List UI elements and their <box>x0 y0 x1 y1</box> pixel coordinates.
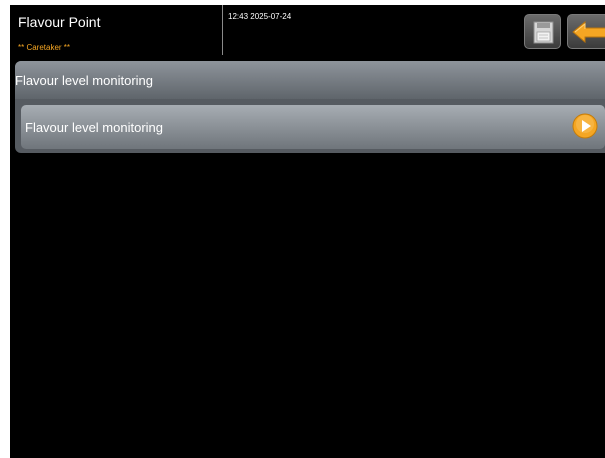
app-title: Flavour Point <box>18 14 101 30</box>
floppy-save-icon <box>533 21 554 44</box>
panel-title: Flavour level monitoring <box>15 73 154 88</box>
header-bar: Flavour Point ** Caretaker ** 12:43 2025… <box>10 5 605 61</box>
save-button[interactable] <box>524 14 561 49</box>
monitoring-panel: Flavour level monitoring Flavour level m… <box>15 61 605 153</box>
back-button[interactable] <box>567 14 605 49</box>
back-arrow-icon <box>572 20 605 44</box>
list-item-flavour-level-monitoring[interactable]: Flavour level monitoring <box>21 105 605 149</box>
list-item-label: Flavour level monitoring <box>25 120 164 135</box>
screen: Flavour Point ** Caretaker ** 12:43 2025… <box>10 5 605 458</box>
panel-header: Flavour level monitoring <box>15 61 605 99</box>
play-arrow-icon[interactable] <box>572 113 598 139</box>
user-role: ** Caretaker ** <box>18 43 71 52</box>
header-divider <box>222 5 223 55</box>
datetime: 12:43 2025-07-24 <box>228 12 292 21</box>
